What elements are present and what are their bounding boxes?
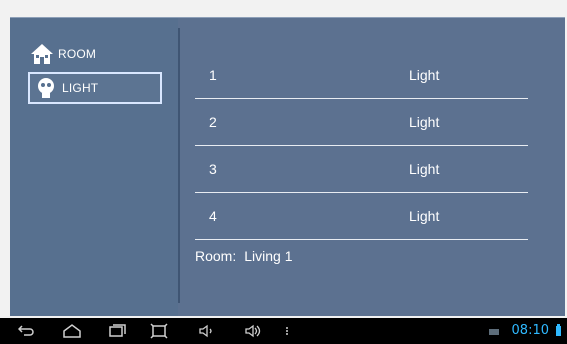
list-item[interactable]: 1 Light [195, 52, 528, 99]
list-item[interactable]: 4 Light [195, 193, 528, 240]
system-navbar: 08:10 [0, 318, 567, 344]
home-icon[interactable] [63, 323, 81, 339]
list-item[interactable]: 3 Light [195, 146, 528, 193]
room-label: Room: [195, 248, 237, 264]
back-icon[interactable] [17, 323, 36, 339]
room-info: Room: Living 1 [195, 248, 293, 264]
house-icon [30, 43, 54, 65]
sidebar-item-label: LIGHT [62, 81, 99, 95]
sidebar: ROOM LIGHT [10, 18, 178, 316]
device-type: Light [409, 114, 440, 130]
device-list: 1 Light 2 Light 3 Light 4 Light [195, 52, 528, 240]
bulb-icon [34, 77, 58, 99]
battery-icon [553, 323, 563, 339]
device-type: Light [409, 67, 440, 83]
sidebar-item-label: ROOM [58, 47, 97, 61]
notification-icon [488, 323, 500, 339]
list-item[interactable]: 2 Light [195, 99, 528, 146]
volume-up-icon[interactable] [244, 323, 262, 339]
device-number: 1 [209, 67, 217, 83]
device-number: 4 [209, 208, 217, 224]
app-window: ROOM LIGHT 1 Light 2 Light 3 Light 4 Lig… [10, 17, 565, 316]
sidebar-item-room[interactable]: ROOM [30, 40, 160, 68]
device-number: 2 [209, 114, 217, 130]
device-number: 3 [209, 161, 217, 177]
status-clock: 08:10 [511, 323, 549, 338]
recent-apps-icon[interactable] [109, 323, 127, 339]
screenshot-icon[interactable] [150, 323, 168, 339]
sidebar-item-light[interactable]: LIGHT [28, 72, 162, 104]
volume-down-icon[interactable] [198, 323, 216, 339]
room-value: Living 1 [244, 248, 293, 264]
menu-icon[interactable] [284, 323, 290, 339]
device-type: Light [409, 208, 440, 224]
device-type: Light [409, 161, 440, 177]
panel-divider [178, 28, 180, 303]
